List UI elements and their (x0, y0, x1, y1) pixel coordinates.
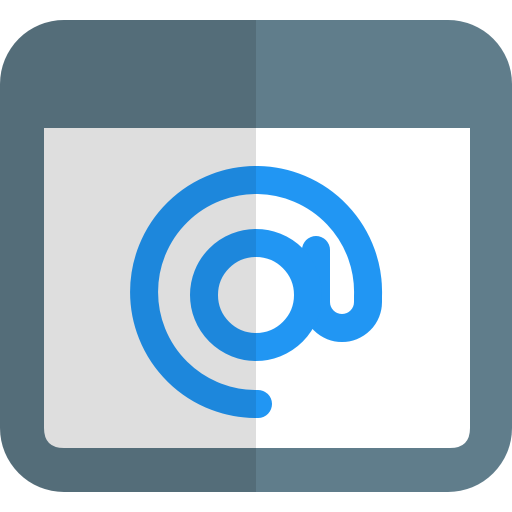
email-at-window-svg (0, 20, 512, 492)
email-at-window-icon (0, 0, 512, 512)
